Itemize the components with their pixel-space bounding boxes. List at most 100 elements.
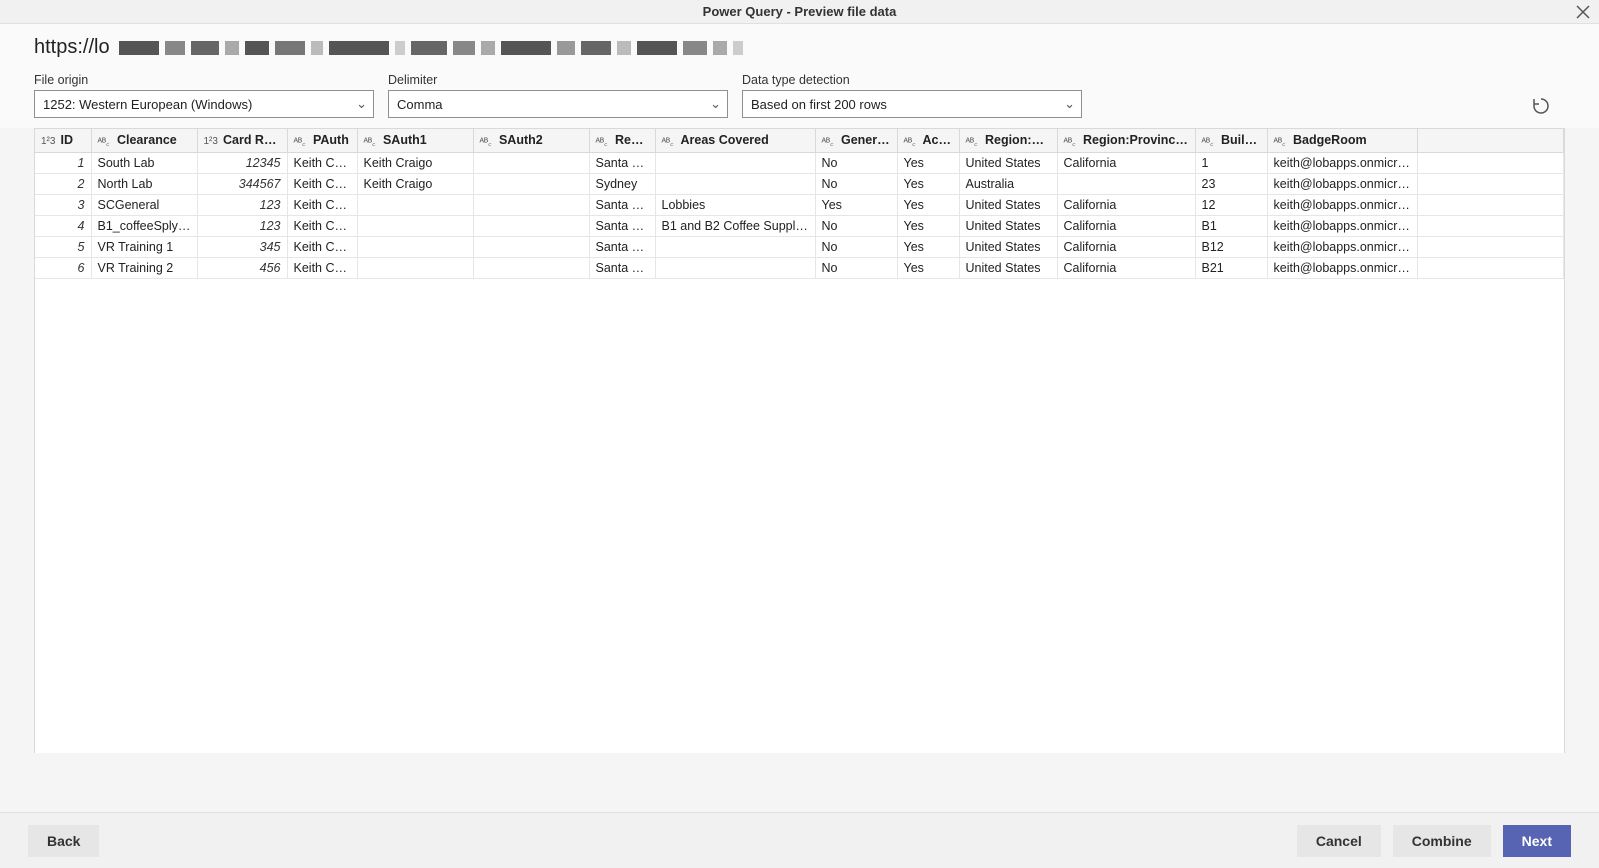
cell-active: Yes — [897, 194, 959, 215]
delimiter-dropdown[interactable]: Comma ⌄ — [388, 90, 728, 118]
table-body: 1South Lab12345Keith CraigoKeith CraigoS… — [35, 152, 1564, 278]
cell-areas — [655, 257, 815, 278]
table-row[interactable]: 6VR Training 2456Keith CraigoSanta Clara… — [35, 257, 1564, 278]
back-button[interactable]: Back — [28, 825, 99, 857]
delimiter-label: Delimiter — [388, 73, 728, 87]
cell-sauth2 — [473, 236, 589, 257]
file-origin-dropdown[interactable]: 1252: Western European (Windows) ⌄ — [34, 90, 374, 118]
cell-region: Santa Clara — [589, 236, 655, 257]
cell-general: No — [815, 236, 897, 257]
cell-areas: B1 and B2 Coffee Supply closets — [655, 215, 815, 236]
table-row[interactable]: 1South Lab12345Keith CraigoKeith CraigoS… — [35, 152, 1564, 173]
column-header-clearance[interactable]: ᴬᴮ꜀ Clearance — [91, 129, 197, 152]
cell-clearance: SCGeneral — [91, 194, 197, 215]
chevron-down-icon: ⌄ — [710, 96, 721, 112]
cell-filler — [1417, 194, 1564, 215]
data-type-group: Data type detection Based on first 200 r… — [742, 73, 1082, 118]
column-header-rcountry[interactable]: ᴬᴮ꜀ Region:Cou… — [959, 129, 1057, 152]
footer-bar: Back Cancel Combine Next — [0, 812, 1599, 868]
cell-rprov: California — [1057, 215, 1195, 236]
number-type-icon: 1²3 — [41, 136, 57, 147]
text-type-icon: ᴬᴮ꜀ — [966, 134, 982, 148]
cell-sauth1 — [357, 257, 473, 278]
table-row[interactable]: 4B1_coffeeSplyClst_F1123Keith CraigoSant… — [35, 215, 1564, 236]
cell-region: Sydney — [589, 173, 655, 194]
cell-sauth1 — [357, 236, 473, 257]
cell-sauth2 — [473, 257, 589, 278]
cell-id: 4 — [35, 215, 91, 236]
cell-pauth: Keith Craigo — [287, 215, 357, 236]
cancel-button[interactable]: Cancel — [1297, 825, 1381, 857]
file-origin-value: 1252: Western European (Windows) — [43, 97, 252, 112]
cell-rcountry: United States — [959, 152, 1057, 173]
cell-areas — [655, 236, 815, 257]
cell-rprov: California — [1057, 152, 1195, 173]
column-header-region[interactable]: ᴬᴮ꜀ Region — [589, 129, 655, 152]
close-icon — [1576, 5, 1590, 19]
cell-active: Yes — [897, 152, 959, 173]
cell-sauth2 — [473, 173, 589, 194]
table-row[interactable]: 2North Lab344567Keith CraigoKeith Craigo… — [35, 173, 1564, 194]
redacted-url — [119, 41, 749, 58]
text-type-icon: ᴬᴮ꜀ — [904, 134, 920, 148]
column-label: Active — [920, 133, 960, 147]
cell-filler — [1417, 215, 1564, 236]
table-row[interactable]: 5VR Training 1345Keith CraigoSanta Clara… — [35, 236, 1564, 257]
cell-id: 5 — [35, 236, 91, 257]
combine-button[interactable]: Combine — [1393, 825, 1491, 857]
chevron-down-icon: ⌄ — [1064, 96, 1075, 112]
delimiter-value: Comma — [397, 97, 443, 112]
chevron-down-icon: ⌄ — [356, 96, 367, 112]
cell-id: 3 — [35, 194, 91, 215]
cell-clearance: VR Training 1 — [91, 236, 197, 257]
import-controls: File origin 1252: Western European (Wind… — [0, 65, 1599, 128]
column-label: PAuth — [310, 133, 349, 147]
cell-clearance: South Lab — [91, 152, 197, 173]
column-header-pauth[interactable]: ᴬᴮ꜀ PAuth — [287, 129, 357, 152]
cell-active: Yes — [897, 173, 959, 194]
cell-id: 6 — [35, 257, 91, 278]
column-label: General Ac… — [838, 133, 898, 147]
text-type-icon: ᴬᴮ꜀ — [1202, 134, 1218, 148]
cell-pauth: Keith Craigo — [287, 236, 357, 257]
refresh-button[interactable] — [1529, 94, 1553, 118]
cell-building: B1 — [1195, 215, 1267, 236]
data-type-dropdown[interactable]: Based on first 200 rows ⌄ — [742, 90, 1082, 118]
cell-areas: Lobbies — [655, 194, 815, 215]
cell-general: No — [815, 257, 897, 278]
next-button[interactable]: Next — [1503, 825, 1571, 857]
text-type-icon: ᴬᴮ꜀ — [662, 134, 678, 148]
titlebar: Power Query - Preview file data — [0, 0, 1599, 24]
cell-filler — [1417, 152, 1564, 173]
cell-rcountry: United States — [959, 236, 1057, 257]
column-header-building[interactable]: ᴬᴮ꜀ Building — [1195, 129, 1267, 152]
cell-rprov: California — [1057, 194, 1195, 215]
table-row[interactable]: 3SCGeneral123Keith CraigoSanta ClaraLobb… — [35, 194, 1564, 215]
cell-clearance: VR Training 2 — [91, 257, 197, 278]
column-header-sauth2[interactable]: ᴬᴮ꜀ SAuth2 — [473, 129, 589, 152]
cell-region: Santa Clara — [589, 257, 655, 278]
column-header-filler — [1417, 129, 1564, 152]
column-header-card[interactable]: 1²3 Card Read… — [197, 129, 287, 152]
cell-rcountry: United States — [959, 194, 1057, 215]
cell-building: 23 — [1195, 173, 1267, 194]
column-header-active[interactable]: ᴬᴮ꜀ Active — [897, 129, 959, 152]
column-header-general[interactable]: ᴬᴮ꜀ General Ac… — [815, 129, 897, 152]
column-header-areas[interactable]: ᴬᴮ꜀ Areas Covered — [655, 129, 815, 152]
cell-filler — [1417, 257, 1564, 278]
column-header-badgeroom[interactable]: ᴬᴮ꜀ BadgeRoom — [1267, 129, 1417, 152]
cell-active: Yes — [897, 215, 959, 236]
cell-rprov — [1057, 173, 1195, 194]
column-header-id[interactable]: 1²3 ID — [35, 129, 91, 152]
source-url-row: https://lo — [0, 24, 1599, 65]
column-label: Clearance — [114, 133, 177, 147]
cell-rcountry: Australia — [959, 173, 1057, 194]
column-header-sauth1[interactable]: ᴬᴮ꜀ SAuth1 — [357, 129, 473, 152]
close-button[interactable] — [1573, 2, 1593, 22]
cell-general: No — [815, 215, 897, 236]
cell-sauth1: Keith Craigo — [357, 173, 473, 194]
cell-sauth2 — [473, 152, 589, 173]
table-header-row: 1²3 IDᴬᴮ꜀ Clearance1²3 Card Read…ᴬᴮ꜀ PAu… — [35, 129, 1564, 152]
column-header-rprov[interactable]: ᴬᴮ꜀ Region:Province / S… — [1057, 129, 1195, 152]
file-origin-group: File origin 1252: Western European (Wind… — [34, 73, 374, 118]
